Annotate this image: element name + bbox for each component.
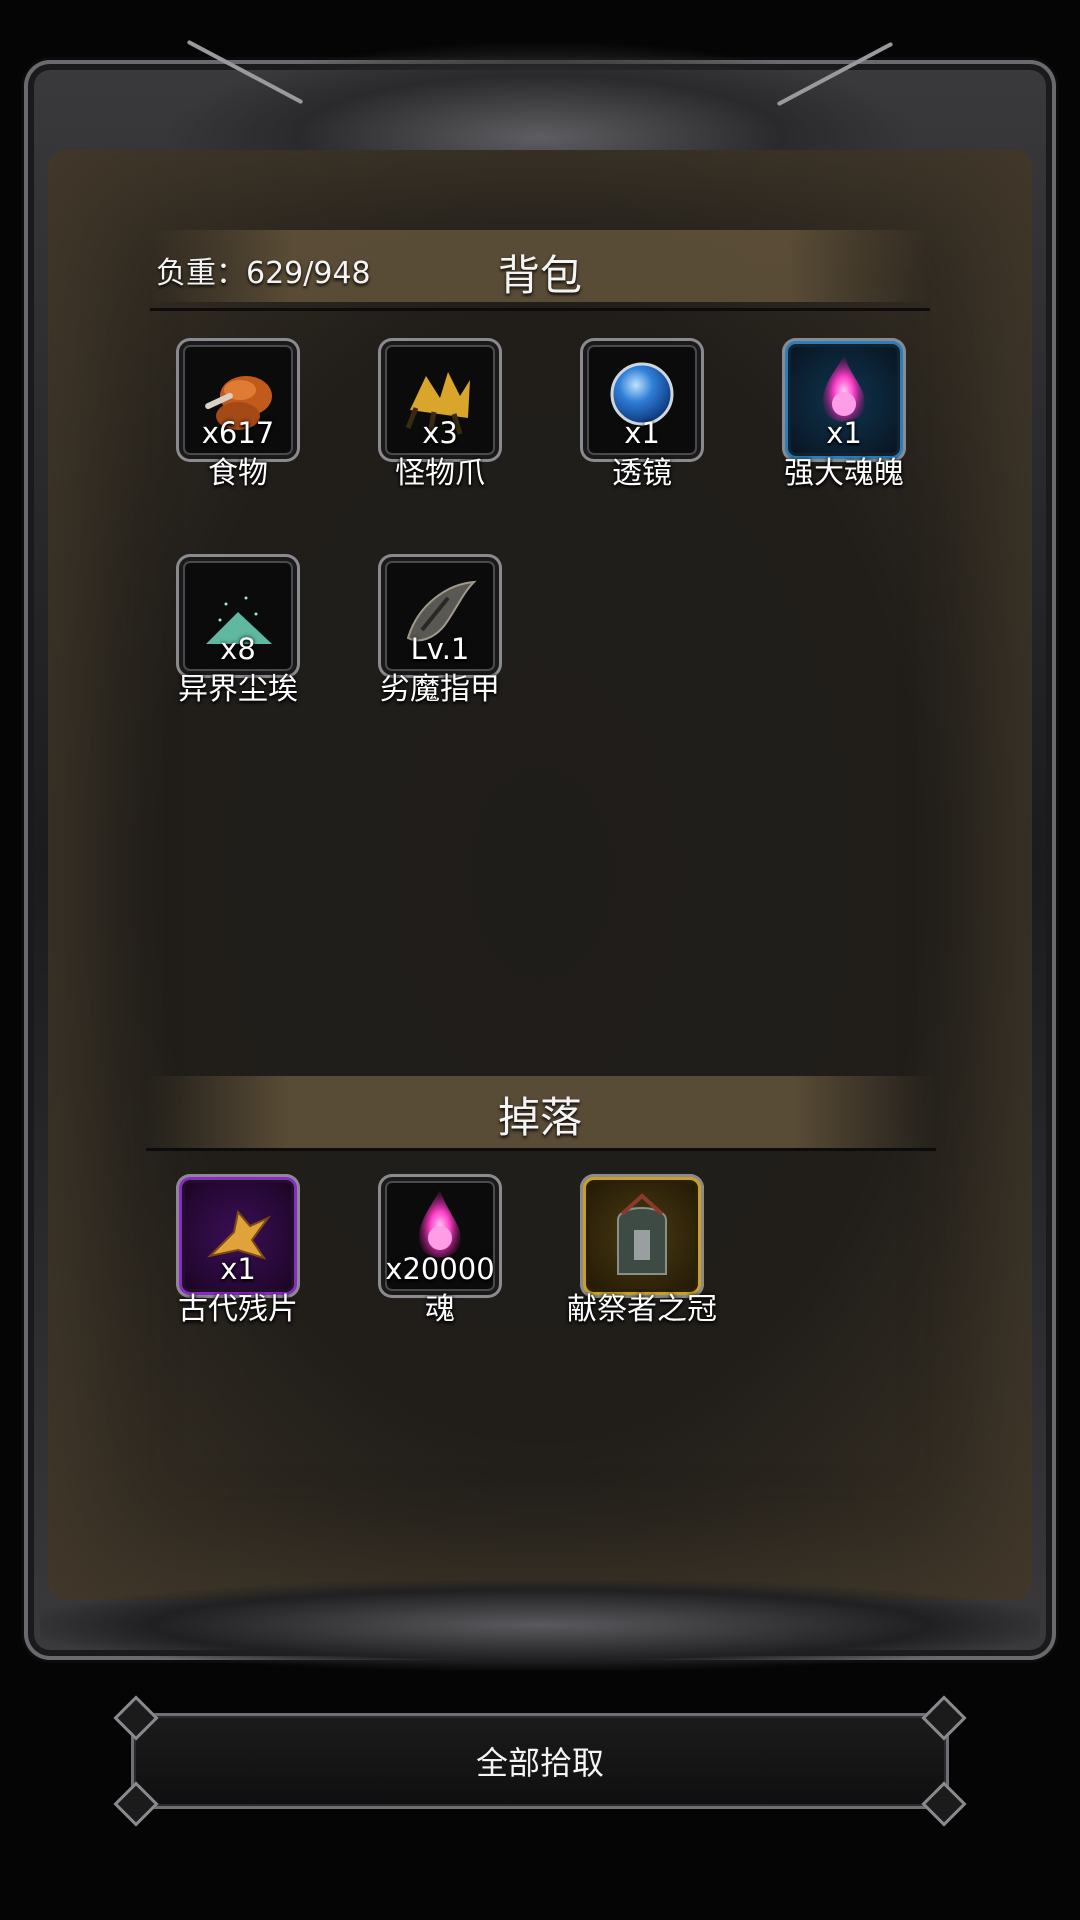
drop-slot-sacrificer-crown[interactable]: [580, 1174, 704, 1298]
item-count: x3: [422, 416, 458, 450]
item-name: 怪物爪: [395, 456, 485, 491]
button-corner-ornament: [113, 1781, 159, 1827]
inventory-slot-otherworld-dust[interactable]: x8: [176, 554, 300, 678]
drops-divider: [146, 1148, 936, 1151]
item-name: 异界尘埃: [178, 672, 298, 707]
item-count: x20000: [385, 1252, 495, 1286]
item-count: x1: [220, 1252, 256, 1286]
item-name: 劣魔指甲: [380, 672, 500, 707]
inventory-slot-lens[interactable]: x1: [580, 338, 704, 462]
item-count: x1: [826, 416, 862, 450]
item-name: 透镜: [612, 456, 672, 491]
item-count: x8: [220, 632, 256, 666]
frame-bottom-ornament: [40, 1580, 1040, 1670]
item-name: 古代残片: [178, 1292, 298, 1327]
item-count: x617: [201, 416, 275, 450]
drop-slot-ancient-fragment[interactable]: x1: [176, 1174, 300, 1298]
backpack-divider: [150, 308, 930, 311]
pickup-all-label: 全部拾取: [475, 1744, 604, 1782]
inventory-slot-powerful-soul[interactable]: x1: [782, 338, 906, 462]
drop-slot-soul[interactable]: x20000: [378, 1174, 502, 1298]
inventory-slot-food[interactable]: x617: [176, 338, 300, 462]
item-name: 魂: [425, 1292, 455, 1327]
item-name: 献祭者之冠: [567, 1292, 717, 1327]
inventory-slot-monster-claw[interactable]: x3: [378, 338, 502, 462]
pickup-all-button[interactable]: 全部拾取: [113, 1695, 967, 1827]
item-name: 食物: [208, 456, 268, 491]
inventory-slot-imp-nail[interactable]: Lv.1: [378, 554, 502, 678]
item-count: x1: [624, 416, 660, 450]
button-corner-ornament: [113, 1695, 159, 1741]
item-name: 强大魂魄: [784, 456, 904, 491]
backpack-title: 背包: [497, 251, 582, 300]
button-corner-ornament: [921, 1695, 967, 1741]
button-corner-ornament: [921, 1781, 967, 1827]
drops-title: 掉落: [497, 1093, 582, 1142]
item-level: Lv.1: [410, 632, 470, 666]
sacrificer-crown-icon: [617, 1193, 667, 1275]
